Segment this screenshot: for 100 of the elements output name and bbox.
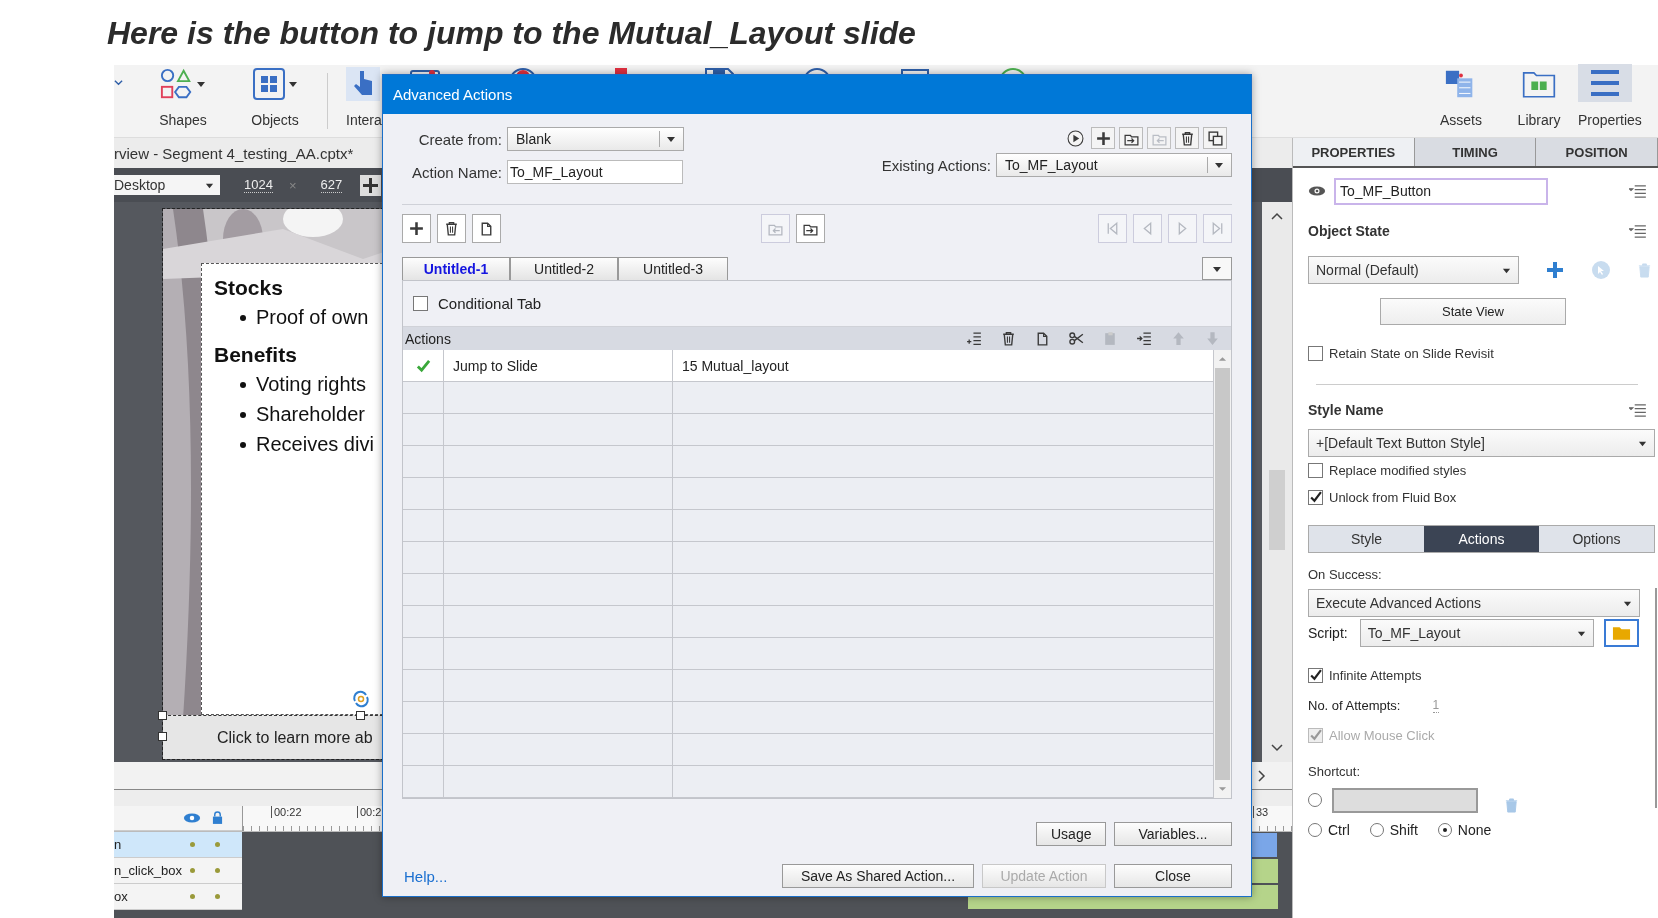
- selection-handle[interactable]: [158, 711, 167, 720]
- field-label: On Success:: [1308, 567, 1383, 582]
- copy-button[interactable]: [472, 214, 501, 243]
- delete-button[interactable]: [437, 214, 466, 243]
- checkbox[interactable]: [413, 296, 428, 311]
- ruler-label: 00:22: [271, 806, 302, 818]
- slide-heading: Benefits: [214, 343, 297, 367]
- add-button[interactable]: [1091, 127, 1115, 149]
- insert-icon[interactable]: [966, 330, 983, 347]
- bullet-icon: [240, 411, 246, 418]
- toolbar-button[interactable]: Objects: [229, 65, 321, 137]
- radio-button[interactable]: [1308, 793, 1322, 807]
- scissors-icon[interactable]: [1068, 330, 1085, 347]
- scroll-down-icon[interactable]: [1271, 744, 1283, 752]
- name-field[interactable]: To_MF_Button: [1334, 177, 1548, 205]
- width-value[interactable]: 1024: [244, 177, 273, 193]
- sub-tab[interactable]: Options: [1539, 526, 1654, 552]
- section-heading: Style Name: [1308, 402, 1384, 418]
- eye-icon[interactable]: [183, 812, 201, 824]
- panel-tab[interactable]: TIMING: [1414, 138, 1537, 166]
- field-label: Script:: [1308, 625, 1348, 641]
- delete-button[interactable]: [1175, 127, 1199, 149]
- zoom-button[interactable]: [360, 174, 382, 196]
- browse-button[interactable]: [1603, 619, 1639, 647]
- toolbar-button[interactable]: Assets: [1422, 65, 1500, 137]
- sub-tab[interactable]: Style: [1309, 526, 1424, 552]
- dialog-button[interactable]: Close: [1114, 864, 1232, 888]
- scrollbar-thumb[interactable]: [1269, 470, 1285, 550]
- bullet-icon: [240, 314, 246, 321]
- scroll-right-icon[interactable]: [1258, 769, 1266, 782]
- dialog-button[interactable]: Variables...: [1114, 822, 1232, 846]
- plus-icon[interactable]: [1545, 260, 1565, 280]
- script-dropdown[interactable]: To_MF_Layout: [1359, 619, 1594, 647]
- checkbox[interactable]: [1308, 490, 1323, 505]
- toolbar-button[interactable]: Intera: [346, 65, 382, 137]
- height-value[interactable]: 627: [320, 177, 343, 193]
- action-cell[interactable]: Jump to Slide: [444, 350, 673, 381]
- grid-icon: [252, 67, 286, 101]
- selection-handle[interactable]: [356, 711, 365, 720]
- layer-row[interactable]: n: [114, 832, 242, 858]
- radio-button[interactable]: [1369, 823, 1384, 837]
- sub-tab[interactable]: Actions: [1424, 526, 1539, 552]
- eye-icon[interactable]: [1308, 185, 1326, 197]
- indent-icon[interactable]: [1136, 330, 1153, 347]
- dialog-title: Advanced Actions: [383, 75, 1251, 114]
- decision-tab[interactable]: Untitled-1: [402, 257, 510, 280]
- toolbar-button[interactable]: Properties: [1578, 65, 1658, 137]
- layer-name: n_click_box: [114, 863, 182, 878]
- checkbox[interactable]: [1308, 463, 1323, 478]
- existing-actions-dropdown[interactable]: To_MF_Layout: [996, 153, 1232, 177]
- menu-icon[interactable]: [1629, 184, 1646, 198]
- scroll-up-icon[interactable]: [1271, 212, 1283, 220]
- visibility-dot[interactable]: [190, 868, 195, 873]
- toolbar-button[interactable]: Shapes: [137, 65, 229, 137]
- action-name-field[interactable]: To_MF_Layout: [507, 160, 683, 184]
- lock-icon[interactable]: [212, 811, 223, 824]
- state-dropdown[interactable]: Normal (Default): [1308, 256, 1519, 284]
- panel-tab[interactable]: POSITION: [1536, 138, 1658, 166]
- toolbar-button[interactable]: Library: [1500, 65, 1578, 137]
- add-button[interactable]: [402, 214, 431, 243]
- lock-dot[interactable]: [215, 842, 220, 847]
- action-dropdown[interactable]: Execute Advanced Actions: [1308, 589, 1640, 617]
- duplicate-button[interactable]: [1203, 127, 1227, 149]
- rotate-icon[interactable]: [351, 689, 371, 709]
- visibility-dot[interactable]: [190, 894, 195, 899]
- help-link[interactable]: Help...: [404, 867, 448, 885]
- menu-icon[interactable]: [1629, 224, 1646, 238]
- create-from-dropdown[interactable]: Blank: [507, 127, 684, 151]
- import-button[interactable]: [1119, 127, 1143, 149]
- scrollbar-thumb[interactable]: [1215, 368, 1230, 780]
- scrollbar[interactable]: [1655, 588, 1657, 808]
- radio-button[interactable]: [1308, 823, 1322, 837]
- bullet-text: Proof of own: [256, 306, 369, 329]
- layer-row[interactable]: n_click_box: [114, 858, 242, 884]
- ruler-label: 00:2: [357, 806, 382, 818]
- decision-tab[interactable]: Untitled-2: [510, 257, 618, 280]
- dialog-button[interactable]: Usage: [1036, 822, 1106, 846]
- panel-tab[interactable]: PROPERTIES: [1293, 138, 1415, 166]
- checkbox[interactable]: [1308, 667, 1323, 683]
- decision-tab[interactable]: Untitled-3: [618, 257, 728, 280]
- lock-dot[interactable]: [215, 894, 220, 899]
- shortcut-field[interactable]: [1332, 787, 1478, 813]
- state-view-button[interactable]: State View: [1380, 297, 1566, 325]
- lock-dot[interactable]: [215, 868, 220, 873]
- radio-button[interactable]: [1437, 823, 1452, 837]
- tab-list-button[interactable]: [1202, 257, 1232, 280]
- radio-label: Shift: [1389, 822, 1418, 838]
- visibility-dot[interactable]: [190, 842, 195, 847]
- caret-icon: [666, 134, 676, 144]
- checkbox[interactable]: [1308, 345, 1323, 361]
- menu-icon[interactable]: [1629, 403, 1646, 417]
- document-tab[interactable]: rview - Segment 4_testing_AA.cptx*: [114, 144, 354, 162]
- layer-row[interactable]: ox: [114, 884, 242, 910]
- device-dropdown[interactable]: Desktop: [114, 175, 220, 195]
- import-button[interactable]: [796, 214, 825, 243]
- trash-icon[interactable]: [1000, 330, 1017, 347]
- dialog-button[interactable]: Save As Shared Action...: [782, 864, 974, 888]
- selection-handle[interactable]: [158, 732, 167, 741]
- section-heading: Object State: [1308, 223, 1390, 239]
- style-dropdown[interactable]: +[Default Text Button Style]: [1308, 429, 1655, 457]
